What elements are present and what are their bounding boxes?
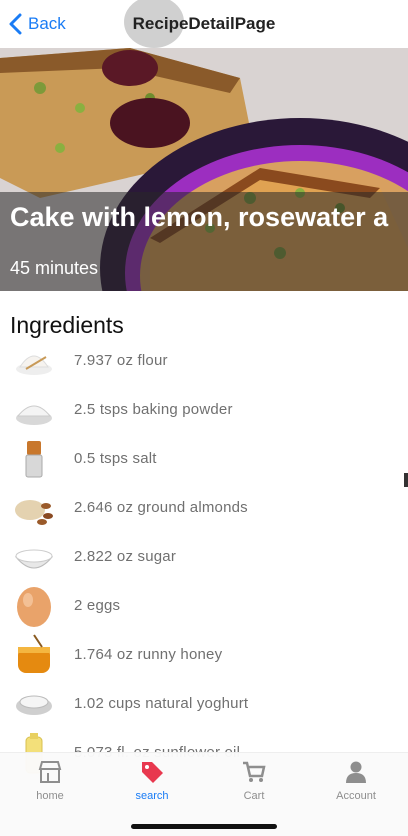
scroll-edge [404,473,408,487]
ingredient-text: 7.937 oz flour [74,352,168,369]
list-item: 2.822 oz sugar [0,532,408,581]
baking-powder-icon [12,388,56,432]
list-item: 2 eggs [0,581,408,630]
list-item: 2.646 oz ground almonds [0,483,408,532]
ingredients-heading: Ingredients [10,312,124,338]
egg-icon [12,584,56,628]
yoghurt-icon [12,682,56,726]
list-item: 1.02 cups natural yoghurt [0,679,408,728]
ingredient-text: 1.02 cups natural yoghurt [74,695,249,712]
salt-shaker-icon [12,437,56,481]
tab-label: Account [336,790,376,802]
tab-label: home [36,790,64,802]
ingredient-text: 2.822 oz sugar [74,548,177,565]
tab-home[interactable]: home [10,759,90,802]
navigation-bar: Back RecipeDetailPage [0,0,408,48]
ingredient-text: 2 eggs [74,597,121,614]
tab-label: Cart [243,790,265,802]
sugar-icon [12,535,56,579]
list-item: 2.5 tsps baking powder [0,385,408,434]
list-item: 1.764 oz runny honey [0,630,408,679]
almonds-icon [12,486,56,530]
recipe-hero-image: Cake with lemon, rosewater a 45 minutes [0,48,408,291]
tab-search[interactable]: search [112,759,192,802]
flour-icon [12,339,56,383]
ingredient-text: 2.5 tsps baking powder [74,401,233,418]
recipe-time: 45 minutes [10,258,99,278]
cart-icon [243,761,266,782]
ingredient-text: 1.764 oz runny honey [74,646,223,663]
ingredient-text: 0.5 tsps salt [74,450,157,467]
tab-account[interactable]: Account [316,759,396,802]
recipe-title: Cake with lemon, rosewater a [10,202,389,232]
ingredient-text: 2.646 oz ground almonds [74,499,248,516]
person-icon [346,761,366,783]
honey-icon [12,633,56,677]
store-icon [38,761,62,783]
home-indicator[interactable] [131,824,277,829]
list-item: 0.5 tsps salt [0,434,408,483]
page-title: RecipeDetailPage [132,14,276,33]
list-item: 7.937 oz flour [0,336,408,385]
tab-label: search [135,790,169,802]
tab-cart[interactable]: Cart [214,759,294,802]
tag-icon [142,762,163,783]
